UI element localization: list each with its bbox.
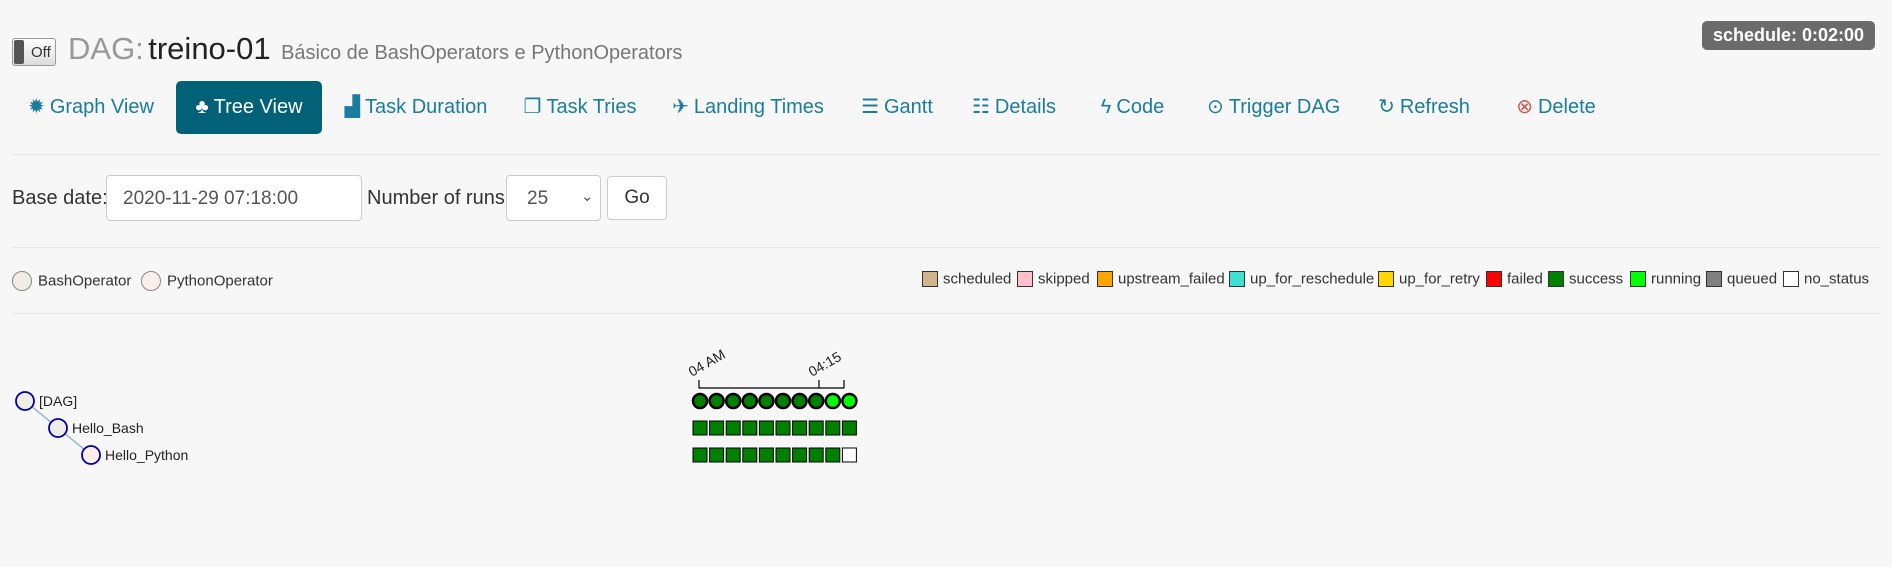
task-instance-success[interactable]	[841, 420, 857, 436]
task-instance-success[interactable]	[692, 447, 708, 463]
dag-run-success[interactable]	[791, 392, 808, 410]
task-instance-success[interactable]	[725, 447, 741, 463]
task-instance-success[interactable]	[758, 420, 774, 436]
dag-run-success[interactable]	[741, 392, 759, 410]
task-instance-success[interactable]	[792, 447, 808, 463]
task-instance-success[interactable]	[692, 420, 708, 436]
dag-run-success[interactable]	[724, 392, 742, 410]
dag-run-success[interactable]	[807, 392, 825, 410]
tree-node-label: Hello_Bash	[72, 420, 144, 436]
dag-run-success[interactable]	[774, 392, 792, 410]
dag-run-running[interactable]	[824, 392, 842, 410]
task-instance-success[interactable]	[725, 420, 741, 436]
time-axis: 04 AM 04:15	[686, 346, 845, 389]
dag-run-success[interactable]	[691, 392, 709, 410]
task-instance-success[interactable]	[775, 420, 791, 436]
dag-run-running[interactable]	[841, 392, 858, 410]
tree-node-hello-python[interactable]	[81, 445, 101, 465]
dag-run-success[interactable]	[708, 392, 725, 410]
task-instance-success[interactable]	[758, 447, 774, 463]
tree-node-dag[interactable]	[15, 391, 35, 411]
task-instance-no_status[interactable]	[841, 447, 857, 463]
task-instance-success[interactable]	[742, 447, 758, 463]
task-instance-success[interactable]	[808, 447, 824, 463]
dag-run-success[interactable]	[758, 392, 775, 410]
tree-node-label: [DAG]	[39, 393, 77, 409]
task-tree: [DAG] Hello_Bash Hello_Python	[15, 391, 188, 465]
task-instance-success[interactable]	[775, 447, 791, 463]
axis-tick-label: 04:15	[806, 348, 845, 379]
task-instance-success[interactable]	[742, 420, 758, 436]
task-instance-success[interactable]	[825, 420, 841, 436]
tree-view-canvas: [DAG] Hello_Bash Hello_Python 04 AM 04:1…	[15, 346, 858, 465]
task-instance-success[interactable]	[709, 420, 725, 436]
tree-node-label: Hello_Python	[105, 447, 188, 463]
task-instance-success[interactable]	[825, 447, 841, 463]
task-instances	[692, 420, 857, 463]
axis-tick-label: 04 AM	[686, 346, 728, 380]
tree-node-hello-bash[interactable]	[48, 418, 68, 438]
dag-runs	[691, 392, 858, 410]
task-instance-success[interactable]	[808, 420, 824, 436]
task-instance-success[interactable]	[709, 447, 725, 463]
task-instance-success[interactable]	[792, 420, 808, 436]
